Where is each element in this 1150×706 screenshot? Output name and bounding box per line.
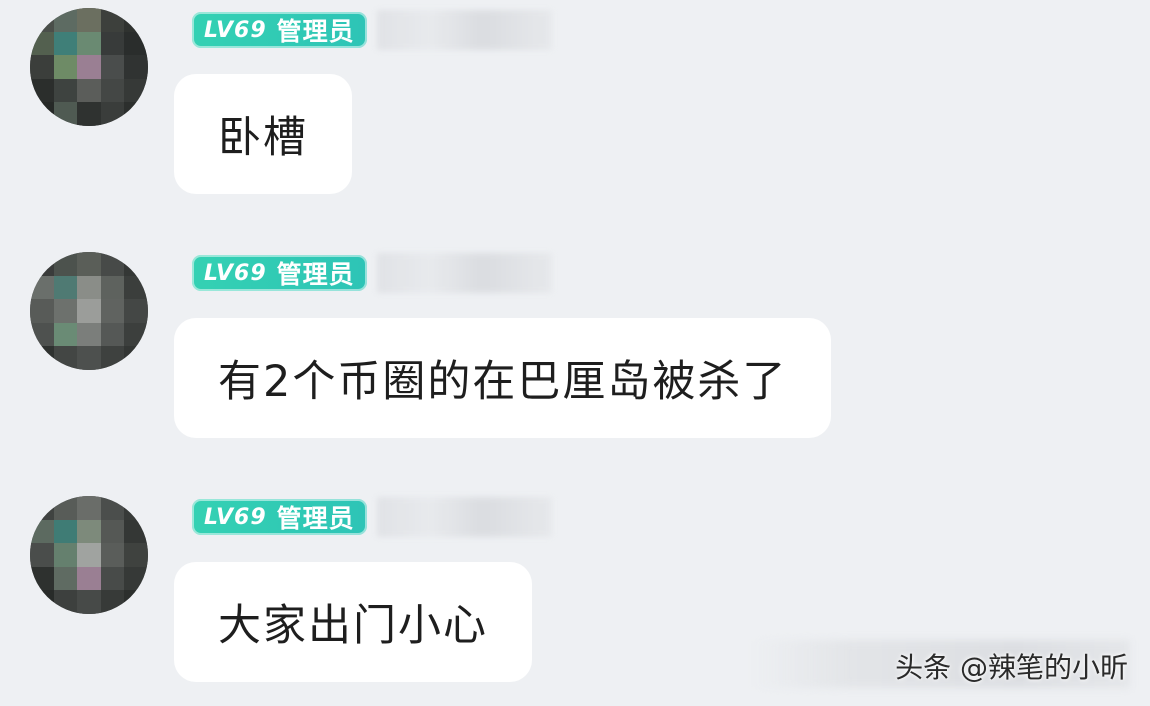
username-blurred bbox=[376, 10, 552, 50]
role-label: 管理员 bbox=[276, 260, 355, 289]
avatar-icon[interactable] bbox=[30, 496, 148, 614]
username-blurred bbox=[376, 253, 552, 293]
message-text: 卧槽 bbox=[218, 113, 308, 163]
level-label: LV69 bbox=[204, 17, 267, 43]
message-bubble[interactable]: 卧槽 bbox=[174, 74, 352, 194]
level-label: LV69 bbox=[204, 504, 267, 530]
message-meta: LV69 管理员 bbox=[192, 253, 552, 293]
role-label: 管理员 bbox=[276, 17, 355, 46]
message-meta: LV69 管理员 bbox=[192, 497, 552, 537]
level-label: LV69 bbox=[204, 260, 267, 286]
level-badge: LV69 管理员 bbox=[192, 499, 367, 535]
message-text: 大家出门小心 bbox=[218, 601, 488, 651]
level-badge: LV69 管理员 bbox=[192, 12, 367, 48]
message-text: 有2个币圈的在巴厘岛被杀了 bbox=[218, 357, 788, 407]
avatar-icon[interactable] bbox=[30, 8, 148, 126]
role-label: 管理员 bbox=[276, 504, 355, 533]
message-bubble[interactable]: 大家出门小心 bbox=[174, 562, 532, 682]
message-bubble[interactable]: 有2个币圈的在巴厘岛被杀了 bbox=[174, 318, 832, 438]
level-badge: LV69 管理员 bbox=[192, 255, 367, 291]
avatar-icon[interactable] bbox=[30, 252, 148, 370]
username-blurred bbox=[376, 497, 552, 537]
message-meta: LV69 管理员 bbox=[192, 10, 552, 50]
watermark-text: 头条 @辣笔的小昕 bbox=[895, 651, 1128, 684]
